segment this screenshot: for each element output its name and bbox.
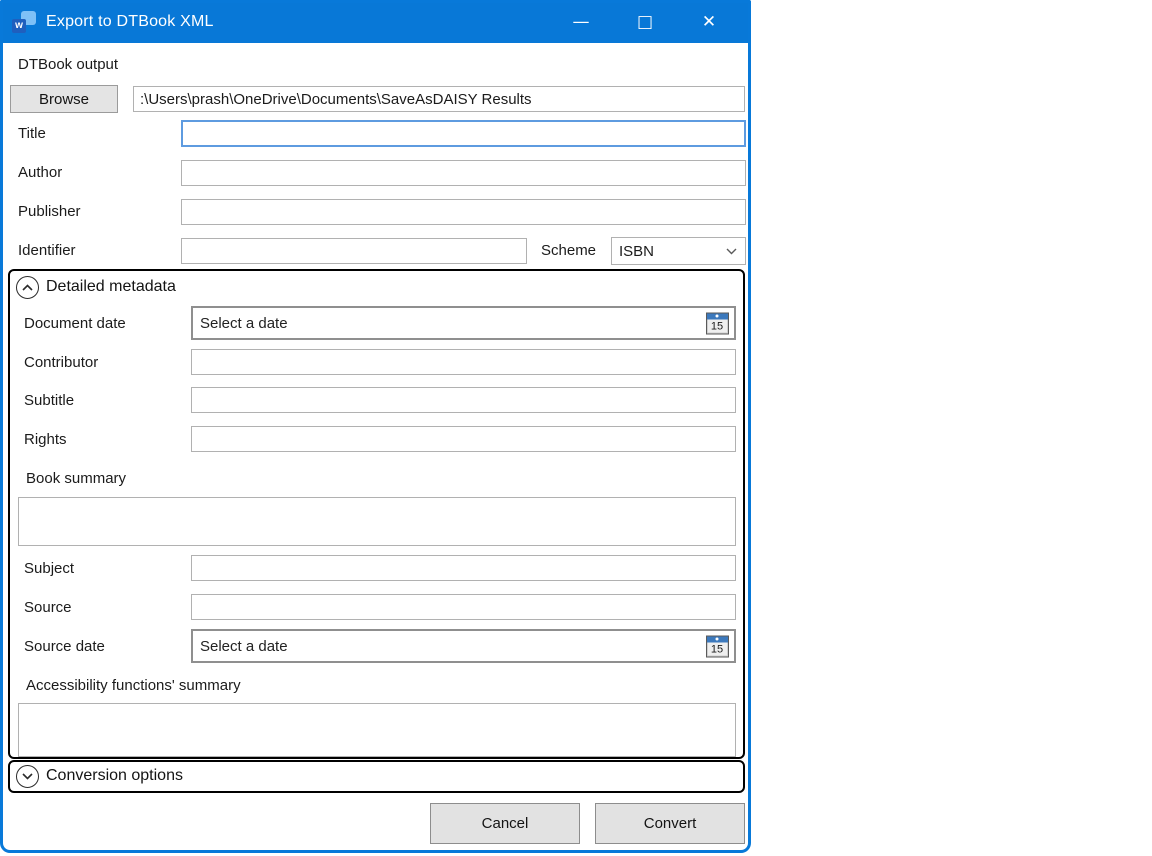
- calendar-icon-day: 15: [710, 643, 724, 655]
- subject-label: Subject: [24, 560, 75, 577]
- identifier-input[interactable]: [181, 238, 527, 264]
- identifier-label: Identifier: [18, 242, 76, 259]
- title-label: Title: [18, 125, 46, 142]
- browse-button[interactable]: Browse: [10, 85, 118, 113]
- scheme-selected-value: ISBN: [619, 242, 655, 260]
- window-controls: — □ ✕: [549, 0, 741, 43]
- document-date-calendar-button[interactable]: 15: [703, 310, 731, 337]
- scheme-select[interactable]: ISBN: [611, 237, 746, 265]
- cancel-button[interactable]: Cancel: [430, 803, 580, 844]
- source-label: Source: [24, 599, 72, 616]
- subtitle-input[interactable]: [191, 387, 736, 413]
- calendar-icon-day: 15: [710, 320, 724, 332]
- window-title: Export to DTBook XML: [46, 12, 214, 30]
- conversion-options-header[interactable]: Conversion options: [46, 767, 183, 785]
- rights-input[interactable]: [191, 426, 736, 452]
- word-icon-letter: w: [12, 18, 26, 33]
- book-summary-label: Book summary: [26, 470, 127, 487]
- source-date-watermark: Select a date: [200, 637, 288, 655]
- source-input[interactable]: [191, 594, 736, 620]
- source-date-label: Source date: [24, 638, 105, 655]
- maximize-button[interactable]: □: [613, 0, 677, 43]
- source-date-picker[interactable]: Select a date 15: [191, 629, 736, 663]
- publisher-label: Publisher: [18, 203, 81, 220]
- document-date-watermark: Select a date: [200, 314, 288, 332]
- dtbook-output-label: DTBook output: [18, 56, 119, 73]
- export-dtbook-dialog: w Export to DTBook XML — □ ✕ DTBook outp…: [0, 0, 751, 853]
- book-summary-textarea[interactable]: [18, 497, 736, 546]
- title-input[interactable]: [181, 120, 746, 147]
- close-button[interactable]: ✕: [677, 0, 741, 43]
- document-date-label: Document date: [24, 315, 126, 332]
- author-label: Author: [18, 164, 63, 181]
- chevron-down-icon: [22, 773, 33, 780]
- detailed-metadata-toggle[interactable]: [16, 276, 39, 299]
- publisher-input[interactable]: [181, 199, 746, 225]
- calendar-icon-dot: [715, 637, 719, 640]
- conversion-options-toggle[interactable]: [16, 765, 39, 788]
- rights-label: Rights: [24, 431, 67, 448]
- scheme-label: Scheme: [541, 242, 597, 259]
- document-date-picker[interactable]: Select a date 15: [191, 306, 736, 340]
- convert-button[interactable]: Convert: [595, 803, 745, 844]
- titlebar[interactable]: w Export to DTBook XML — □ ✕: [0, 0, 751, 43]
- accessibility-summary-textarea[interactable]: [18, 703, 736, 757]
- contributor-input[interactable]: [191, 349, 736, 375]
- contributor-label: Contributor: [24, 354, 99, 371]
- minimize-button[interactable]: —: [549, 0, 613, 43]
- subject-input[interactable]: [191, 555, 736, 581]
- calendar-icon: 15: [705, 312, 729, 334]
- author-input[interactable]: [181, 160, 746, 186]
- detailed-metadata-header[interactable]: Detailed metadata: [46, 278, 176, 296]
- output-path-input[interactable]: [133, 86, 745, 112]
- calendar-icon-dot: [715, 314, 719, 317]
- calendar-icon: 15: [705, 635, 729, 657]
- word-app-icon: w: [12, 10, 36, 33]
- chevron-up-icon: [22, 284, 33, 291]
- accessibility-summary-label: Accessibility functions' summary: [26, 677, 241, 694]
- source-date-calendar-button[interactable]: 15: [703, 633, 731, 660]
- chevron-down-icon: [726, 248, 737, 255]
- subtitle-label: Subtitle: [24, 392, 75, 409]
